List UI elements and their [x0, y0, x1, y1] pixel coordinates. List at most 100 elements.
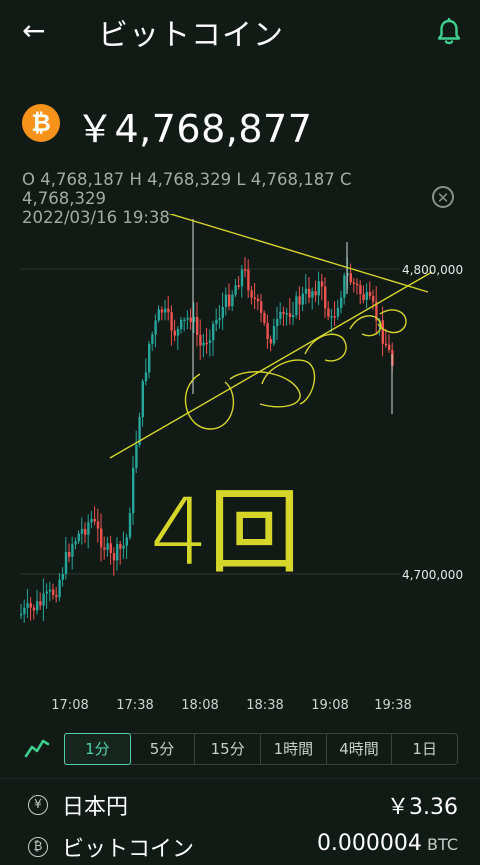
timeframe-4[interactable]: 1時間	[261, 734, 327, 764]
back-arrow-icon[interactable]: ←	[22, 14, 54, 48]
price-chart[interactable]: 4回 4,800,000 4,700,000 17:08 17:38 18:08 18:3…	[0, 214, 480, 724]
bitcoin-small-icon: ₿	[28, 837, 48, 857]
candle-body	[244, 269, 247, 272]
candle-body	[352, 282, 356, 284]
y-tick-label: 4,800,000	[402, 263, 463, 277]
candle-body	[170, 312, 173, 331]
ohlc-values: O 4,768,187 H 4,768,329 L 4,768,187 C 4,…	[22, 170, 352, 208]
timeframe-1[interactable]: 1分	[64, 733, 131, 765]
candle-body	[186, 317, 189, 320]
y-tick-label: 4,700,000	[402, 568, 463, 582]
candle-body	[176, 329, 180, 336]
candle-body	[356, 283, 359, 286]
candle-body	[308, 288, 311, 298]
candle-body	[237, 285, 240, 287]
bell-icon[interactable]	[436, 17, 462, 46]
candle-body	[122, 545, 125, 549]
candle-body	[362, 294, 365, 300]
candle-body	[61, 574, 64, 580]
timeframe-3[interactable]: 15分	[195, 734, 262, 764]
candle-body	[228, 294, 231, 307]
candle-body	[368, 292, 372, 297]
candle-body	[304, 288, 308, 294]
candle-body	[42, 593, 45, 606]
close-icon[interactable]: ✕	[432, 186, 454, 208]
candle-body	[388, 344, 391, 350]
candle-body	[279, 311, 282, 319]
timeframe-2[interactable]: 5分	[130, 734, 196, 764]
candle-body	[71, 544, 74, 557]
candle-body	[141, 381, 144, 418]
candle-body	[90, 518, 93, 523]
candle-body	[372, 296, 375, 302]
timeframe-selector: 1分 5分 15分 1時間 4時間 1日	[64, 733, 458, 765]
candle-body	[359, 285, 362, 295]
x-tick-label: 18:08	[181, 698, 218, 713]
x-tick-label: 17:38	[116, 698, 153, 713]
candle-body	[333, 316, 336, 318]
candle-body	[365, 292, 368, 300]
candle-body	[125, 537, 128, 546]
x-tick-label: 18:38	[246, 698, 283, 713]
page-title: ビットコイン	[98, 18, 284, 53]
candle-body	[112, 553, 116, 561]
candle-body	[173, 330, 176, 336]
x-tick-label: 19:38	[374, 698, 411, 713]
candle-body	[224, 294, 228, 307]
app-header: ← ビットコイン	[0, 0, 480, 64]
candle-body	[128, 513, 132, 538]
candle-body	[292, 315, 295, 318]
candle-body	[205, 342, 208, 345]
candle-body	[253, 297, 256, 300]
line-chart-icon[interactable]	[24, 737, 50, 759]
candle-body	[164, 308, 167, 313]
balance-value-jpy: ￥3.36	[387, 795, 458, 820]
candle-body	[45, 591, 48, 594]
candle-body	[74, 541, 77, 545]
candle-body	[218, 317, 221, 320]
candle-body	[272, 326, 276, 344]
candle-body	[23, 607, 26, 614]
candle-body	[231, 294, 234, 307]
candle-body	[116, 544, 119, 561]
candle-body	[84, 528, 87, 535]
loop-annotation	[304, 333, 347, 362]
candle-body	[336, 307, 340, 317]
candle-body	[215, 319, 218, 324]
candle-body	[68, 552, 71, 557]
candle-body	[311, 291, 314, 298]
candle-body	[320, 281, 324, 287]
candle-body	[160, 309, 164, 313]
timeframe-6[interactable]: 1日	[392, 734, 457, 764]
candle-body	[384, 343, 388, 346]
candle-body	[221, 306, 224, 318]
balance-unit-btc: BTC	[427, 835, 458, 854]
candle-body	[135, 444, 138, 468]
candle-body	[167, 308, 170, 313]
candle-body	[32, 607, 36, 611]
current-price: ￥4,768,877	[76, 107, 313, 151]
candle-body	[196, 316, 199, 335]
candle-body	[202, 342, 205, 346]
x-tick-label: 19:08	[311, 698, 348, 713]
candle-body	[20, 613, 23, 616]
candle-body	[157, 309, 160, 321]
candle-body	[151, 334, 154, 344]
candle-body	[93, 518, 96, 522]
candle-body	[240, 269, 244, 287]
timeframe-5[interactable]: 4時間	[327, 734, 393, 764]
candle-body	[263, 312, 266, 324]
balance-btc: 0.000004 BTC	[317, 831, 458, 856]
candle-body	[144, 372, 148, 382]
candle-body	[58, 579, 61, 598]
candle-body	[48, 589, 52, 592]
candle-body	[208, 340, 212, 343]
candle-body	[330, 316, 333, 318]
yen-icon: ¥	[28, 795, 48, 815]
candle-body	[247, 269, 250, 291]
handwritten-note: 4回	[150, 479, 301, 586]
candle-body	[100, 528, 103, 548]
candle-body	[148, 343, 151, 373]
candle-body	[39, 601, 42, 606]
candle-body	[183, 319, 186, 322]
